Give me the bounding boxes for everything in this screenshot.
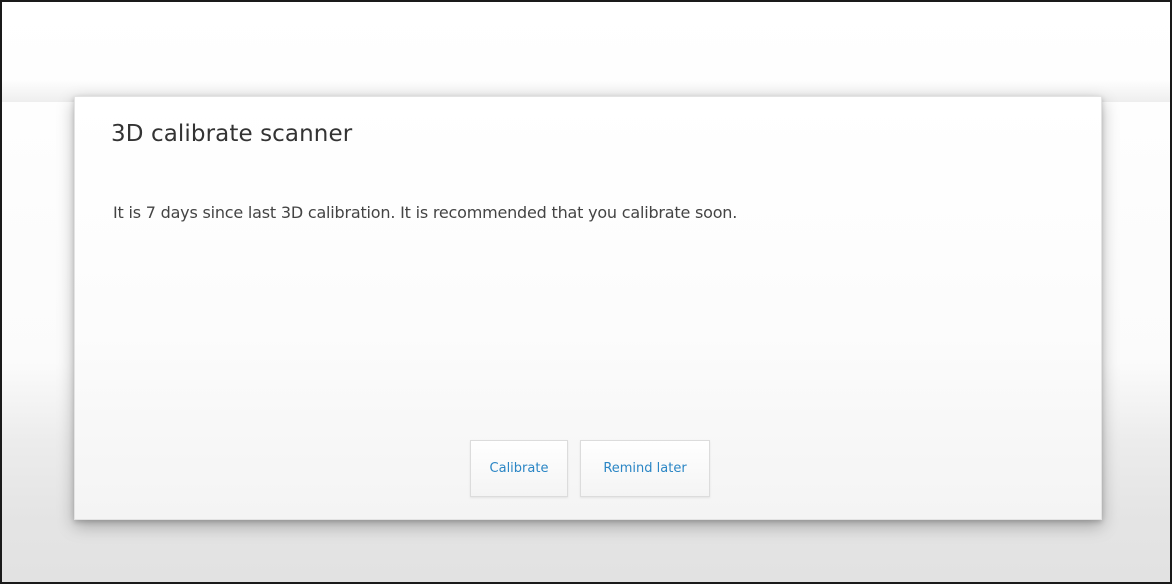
remind-later-button[interactable]: Remind later: [580, 440, 710, 497]
dialog-title: 3D calibrate scanner: [111, 121, 353, 147]
dialog-message: It is 7 days since last 3D calibration. …: [113, 203, 738, 222]
dialog-actions: Calibrate Remind later: [470, 440, 710, 497]
calibration-dialog: 3D calibrate scanner It is 7 days since …: [74, 96, 1102, 520]
screen: 3D calibrate scanner It is 7 days since …: [0, 0, 1172, 584]
calibrate-button[interactable]: Calibrate: [470, 440, 568, 497]
